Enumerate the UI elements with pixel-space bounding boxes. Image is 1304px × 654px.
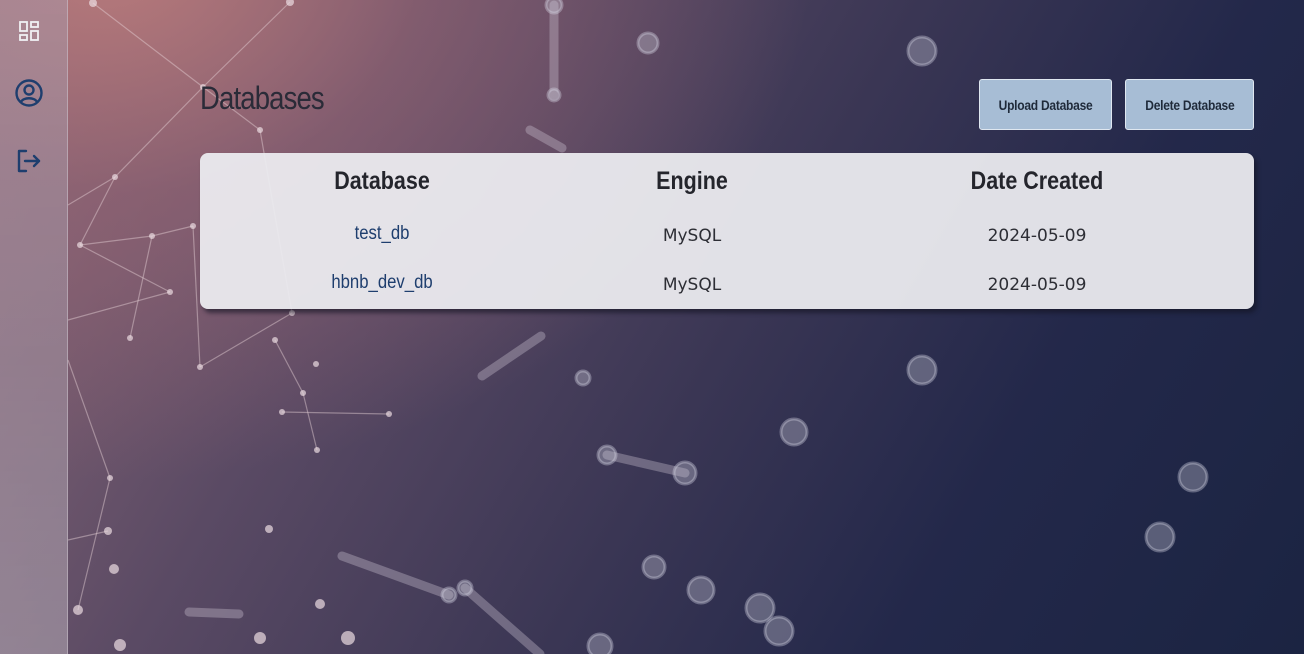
delete-database-button[interactable]: Delete Database	[1125, 79, 1254, 130]
date-created-cell: 2024-05-09	[987, 226, 1087, 246]
dashboard-icon[interactable]	[13, 15, 45, 47]
logout-icon[interactable]	[13, 145, 45, 177]
column-header-date-created: Date Created	[970, 167, 1104, 195]
user-circle-icon[interactable]	[13, 77, 45, 109]
databases-table: Database Engine Date Created test_db MyS…	[200, 153, 1254, 309]
upload-database-button[interactable]: Upload Database	[979, 79, 1112, 130]
engine-cell: MySQL	[662, 226, 722, 246]
upload-database-label: Upload Database	[998, 96, 1093, 113]
database-link[interactable]: hbnb_dev_db	[331, 272, 432, 294]
sidebar	[0, 0, 68, 654]
delete-database-label: Delete Database	[1144, 96, 1235, 113]
date-created-cell: 2024-05-09	[987, 275, 1087, 295]
column-header-engine: Engine	[656, 167, 728, 195]
database-link[interactable]: test_db	[355, 223, 410, 245]
column-header-database: Database	[334, 167, 430, 195]
engine-cell: MySQL	[662, 275, 722, 295]
page-title: Databases	[200, 80, 325, 116]
